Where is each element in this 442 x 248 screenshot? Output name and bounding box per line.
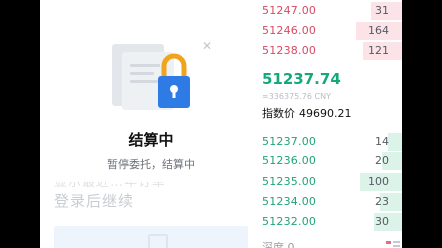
bid-row[interactable]: 51235.00 100 bbox=[262, 173, 402, 191]
bid-quantity: 20 bbox=[375, 154, 389, 167]
bid-row[interactable]: 51236.00 20 bbox=[262, 152, 402, 170]
bid-price: 51234.00 bbox=[262, 195, 317, 208]
last-price-cny: ≈336375.76 CNY bbox=[262, 92, 331, 101]
ask-quantity: 121 bbox=[368, 44, 389, 57]
bid-row[interactable]: 51237.00 14 bbox=[262, 133, 402, 151]
card-icon bbox=[148, 234, 168, 248]
app-screen: 显示最近…年订单 登录后继续 结算中 暂停委托，结算中 ✕ 51247.00 3… bbox=[40, 0, 402, 248]
ask-row[interactable]: 51247.00 31 bbox=[262, 2, 402, 20]
bid-depth-bar bbox=[388, 133, 402, 151]
index-price: 指数价 49690.21 bbox=[262, 105, 352, 121]
index-price-label: 指数价 bbox=[262, 107, 295, 120]
close-icon[interactable]: ✕ bbox=[202, 39, 212, 53]
settlement-lock-icon bbox=[112, 44, 190, 110]
bid-quantity: 100 bbox=[368, 175, 389, 188]
ask-quantity: 31 bbox=[375, 4, 389, 17]
depth-selector[interactable]: 深度 0 bbox=[262, 239, 295, 248]
settlement-overlay: 结算中 暂停委托，结算中 bbox=[40, 0, 260, 182]
bid-price: 51236.00 bbox=[262, 154, 317, 167]
ask-row[interactable]: 51246.00 164 bbox=[262, 22, 402, 40]
bid-quantity: 14 bbox=[375, 135, 389, 148]
last-price[interactable]: 51237.74 bbox=[262, 70, 341, 88]
bid-row[interactable]: 51234.00 23 bbox=[262, 193, 402, 211]
order-book-layout-icon[interactable] bbox=[386, 240, 400, 248]
ask-quantity: 164 bbox=[368, 24, 389, 37]
bid-price: 51232.00 bbox=[262, 215, 317, 228]
ask-row[interactable]: 51238.00 121 bbox=[262, 42, 402, 60]
settlement-title: 结算中 bbox=[128, 131, 174, 149]
background-card bbox=[54, 226, 248, 248]
index-price-value: 49690.21 bbox=[299, 107, 352, 120]
ask-price: 51247.00 bbox=[262, 4, 317, 17]
settlement-subtitle: 暂停委托，结算中 bbox=[107, 158, 195, 171]
bid-row[interactable]: 51232.00 30 bbox=[262, 213, 402, 231]
ask-price: 51238.00 bbox=[262, 44, 317, 57]
bid-quantity: 23 bbox=[375, 195, 389, 208]
bid-price: 51237.00 bbox=[262, 135, 317, 148]
bid-price: 51235.00 bbox=[262, 175, 317, 188]
login-prompt[interactable]: 登录后继续 bbox=[54, 190, 134, 211]
bid-quantity: 30 bbox=[375, 215, 389, 228]
order-book: 51247.00 31 51246.00 164 51238.00 121 51… bbox=[262, 0, 402, 248]
ask-price: 51246.00 bbox=[262, 24, 317, 37]
